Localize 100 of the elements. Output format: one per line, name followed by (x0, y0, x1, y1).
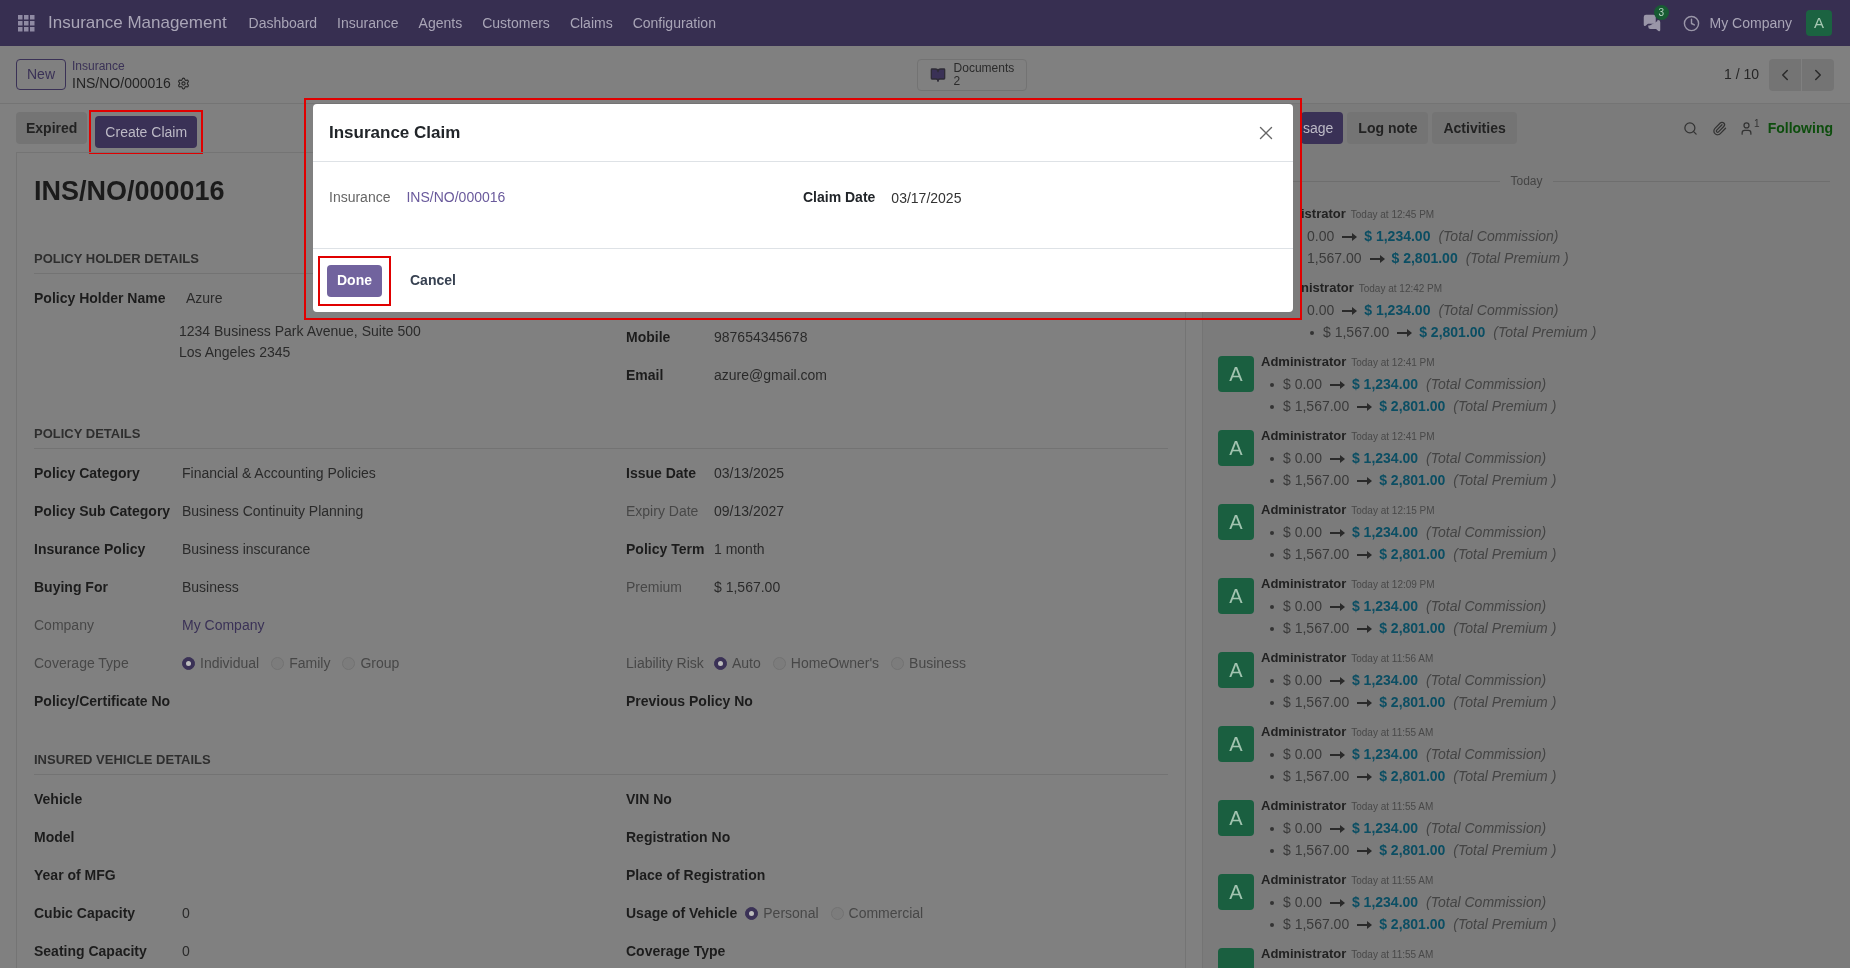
new-value: $ 2,801.00 (1419, 323, 1486, 342)
paperclip-icon[interactable] (1712, 120, 1728, 136)
menu-item[interactable]: Insurance (327, 12, 409, 34)
radio-label: Auto (732, 653, 761, 673)
author-name: Administrator (1261, 945, 1347, 963)
field-label: VIN No (626, 789, 673, 809)
new-value: $ 1,234.00 (1351, 671, 1419, 690)
menu-item[interactable]: Agents (408, 12, 473, 34)
field-label: Liability Risk (626, 653, 705, 673)
menu-item[interactable]: Dashboard (238, 12, 328, 34)
author-name: nistrator (1301, 279, 1354, 297)
app-grid-icon[interactable] (18, 14, 35, 32)
previous-button[interactable] (1769, 58, 1801, 91)
author-avatar: A (1218, 578, 1254, 614)
radio-button[interactable] (182, 656, 195, 670)
author-avatar: A (1218, 504, 1254, 540)
old-value: $ 1,567.00 (1283, 545, 1350, 564)
radio-button[interactable] (745, 906, 759, 920)
author-avatar: A (1218, 874, 1254, 910)
new-value: $ 2,801.00 (1379, 693, 1446, 712)
book-icon (929, 66, 946, 83)
field-label: Usage of Vehicle (626, 903, 738, 923)
field-name: (Total Premium ) (1453, 767, 1557, 786)
radio-label: Individual (200, 653, 260, 673)
old-value: $ 0.00 (1283, 671, 1322, 690)
record-link[interactable]: INS/NO/000016 (406, 187, 506, 208)
claim-date-field[interactable]: 03/17/2025 (891, 188, 962, 209)
dialog-button[interactable]: Cancel (400, 264, 466, 297)
radio-label: Business (909, 653, 966, 673)
field-name: (Total Commission) (1426, 597, 1547, 616)
notification-badge: 3 (1653, 5, 1670, 20)
radio-button[interactable] (714, 656, 727, 670)
field-name: (Total Premium ) (1453, 471, 1557, 490)
user-avatar[interactable]: A (1806, 10, 1832, 36)
radio-label: HomeOwner's (790, 653, 880, 673)
field-label: Mobile (626, 327, 672, 347)
new-value: $ 2,801.00 (1379, 471, 1446, 490)
followers-count: 1 (1754, 116, 1760, 131)
old-value: 0.00 (1307, 301, 1335, 320)
field-value: Business (182, 577, 239, 597)
dialog-title: Insurance Claim (329, 121, 461, 144)
search-icon[interactable] (1683, 120, 1699, 136)
chatter-button[interactable]: Activities (1432, 112, 1517, 144)
old-value: $ 0.00 (1283, 523, 1322, 542)
old-value: $ 0.00 (1283, 375, 1322, 394)
radio-label: Personal (763, 903, 819, 923)
new-value: $ 2,801.00 (1379, 915, 1446, 934)
new-value: $ 1,234.00 (1351, 745, 1419, 764)
status-button[interactable]: Create Claim (95, 116, 198, 148)
status-button[interactable]: Expired (16, 112, 88, 144)
field-name: (Total Commission) (1426, 449, 1547, 468)
field-label: Policy/Certificate No (34, 691, 172, 711)
chat-icon[interactable] (1642, 14, 1661, 32)
new-value: $ 2,801.00 (1379, 767, 1446, 786)
old-value: 1,567.00 (1307, 249, 1362, 268)
field-value: $ 1,567.00 (714, 577, 781, 597)
field-name: (Total Commission) (1438, 301, 1559, 320)
field-label: Insurance (329, 188, 391, 207)
author-name: Administrator (1261, 427, 1347, 445)
old-value: $ 1,567.00 (1283, 915, 1350, 934)
documents-button[interactable]: Documents 2 (916, 58, 1028, 91)
record-title: INS/NO/000016 (34, 175, 225, 208)
author-avatar: A (1218, 430, 1254, 466)
field-name: (Total Premium ) (1453, 693, 1557, 712)
dialog-button[interactable]: Done (327, 264, 382, 297)
chatter-button[interactable]: Log note (1347, 112, 1429, 144)
new-button[interactable]: New (16, 59, 66, 90)
chatter-button[interactable]: sage (1301, 112, 1344, 144)
company-switcher[interactable]: My Company (1709, 12, 1792, 34)
field-value: 09/13/2027 (714, 501, 785, 521)
field-value: azure@gmail.com (714, 365, 828, 385)
new-value: $ 2,801.00 (1379, 619, 1446, 638)
field-name: (Total Premium ) (1465, 249, 1569, 268)
clock-icon[interactable] (1682, 14, 1700, 32)
author-name: istrator (1301, 205, 1346, 223)
menu-item[interactable]: Customers (472, 12, 560, 34)
next-button[interactable] (1802, 58, 1834, 91)
old-value: $ 1,567.00 (1283, 471, 1350, 490)
section-heading: POLICY HOLDER DETAILS (34, 250, 199, 266)
field-label: Policy Category (34, 463, 141, 483)
field-name: (Total Premium ) (1453, 841, 1557, 860)
author-avatar: A (1218, 652, 1254, 688)
menu-item[interactable]: Configuration (622, 12, 726, 34)
old-value: $ 0.00 (1283, 449, 1322, 468)
author-name: Administrator (1261, 871, 1347, 889)
settings-icon[interactable] (176, 76, 190, 90)
field-name: (Total Premium ) (1453, 915, 1557, 934)
section-heading: INSURED VEHICLE DETAILS (34, 751, 211, 767)
author-name: Administrator (1261, 723, 1347, 741)
menu-item[interactable]: Claims (559, 12, 623, 34)
old-value: $ 0.00 (1283, 819, 1322, 838)
app-title[interactable]: Insurance Management (48, 10, 227, 36)
company-link[interactable]: My Company (182, 614, 265, 636)
radio-label: Commercial (848, 903, 924, 923)
followers-icon[interactable] (1739, 120, 1755, 136)
pager-value: 1 / 10 (1723, 65, 1759, 84)
old-value: $ 1,567.00 (1283, 693, 1350, 712)
field-name: (Total Commission) (1426, 671, 1547, 690)
breadcrumb-link[interactable]: Insurance (72, 57, 190, 75)
field-label: Email (626, 365, 665, 385)
